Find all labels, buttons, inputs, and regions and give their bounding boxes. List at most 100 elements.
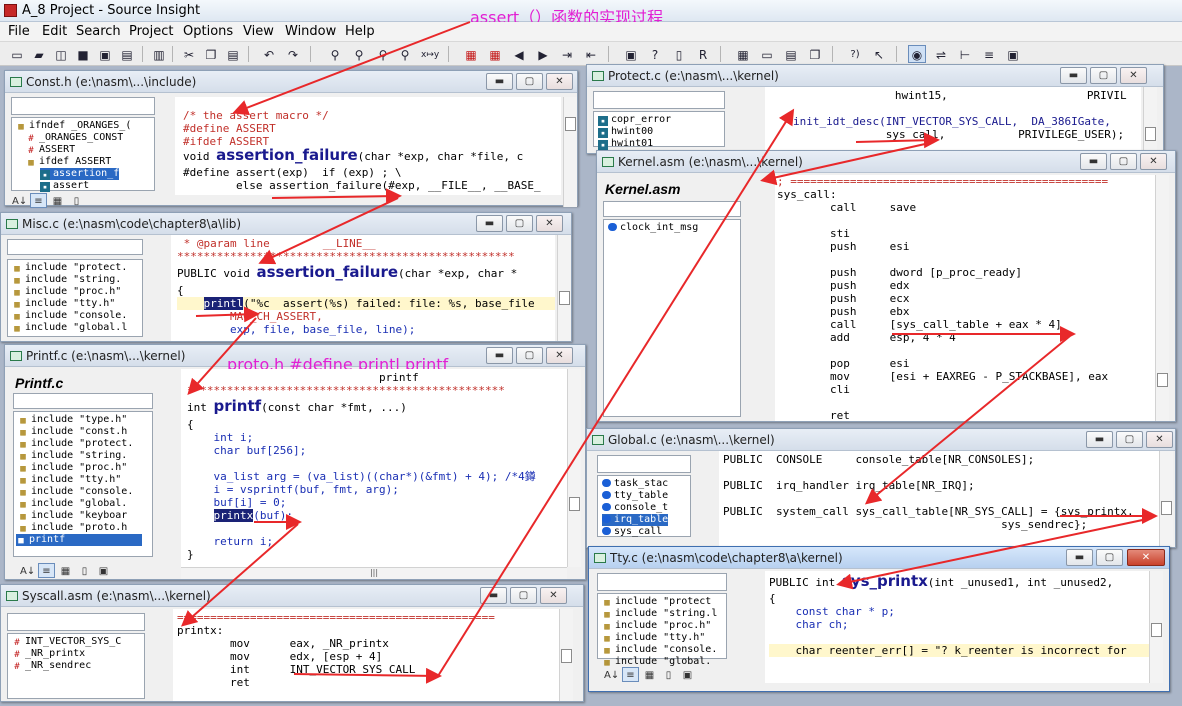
category-icon[interactable]: ▦ (57, 563, 74, 578)
close-button[interactable]: ✕ (540, 587, 567, 604)
maximize-button[interactable]: ▢ (1096, 549, 1123, 566)
paste-icon[interactable]: ▤ (224, 45, 242, 63)
tty-c-window[interactable]: Tty.c (e:\nasm\code\chapter8\a\kernel) ▬… (588, 546, 1170, 692)
code-editor[interactable]: ; ======================================… (775, 175, 1155, 421)
settings-icon[interactable]: ▣ (95, 563, 112, 578)
bookmark-icon[interactable]: ▦ (462, 45, 480, 63)
close-button[interactable]: ✕ (546, 347, 573, 364)
category-icon[interactable]: ▦ (49, 193, 66, 208)
list-item[interactable]: ▦ include "tty.h" (12, 298, 115, 310)
back-icon[interactable]: ◀ (510, 45, 528, 63)
list-item[interactable]: tty_table (602, 490, 668, 502)
list-item[interactable]: ▦ include "protect. (18, 438, 133, 450)
sort-az-icon[interactable]: A↓ (19, 563, 36, 578)
list-item[interactable]: ▦ include "global. (18, 498, 127, 510)
symbol-search-input[interactable] (11, 97, 155, 115)
menu-edit[interactable]: Edit (42, 24, 67, 39)
list-item[interactable]: ▦ include "proc.h" (602, 620, 711, 632)
list-item[interactable]: ▦ include "proc.h" (12, 286, 121, 298)
close-button[interactable]: ✕ (546, 73, 573, 90)
code-editor[interactable]: /* the assert macro */ #define ASSERT #i… (175, 97, 561, 195)
maximize-button[interactable]: ▢ (1090, 67, 1117, 84)
list-item[interactable]: sys_call (602, 526, 662, 538)
list-icon[interactable]: ≡ (30, 193, 47, 208)
context-help-icon[interactable]: ?) (846, 45, 864, 63)
global-c-window[interactable]: Global.c (e:\nasm\...\kernel) ▬ ▢ ✕ task… (586, 428, 1176, 548)
symbol-search-input[interactable] (13, 393, 153, 409)
list-item[interactable]: ▦ include "proc.h" (18, 462, 127, 474)
new-file-icon[interactable]: ▭ (8, 45, 26, 63)
list-item[interactable]: ▦ include "tty.h" (602, 632, 705, 644)
cut-icon[interactable]: ✂ (180, 45, 198, 63)
list-item[interactable]: ▦ include "tty.h" (18, 474, 121, 486)
list-item[interactable]: console_t (602, 502, 668, 514)
search-next-icon[interactable]: ⚲ (350, 45, 368, 63)
list-item[interactable]: # _NR_printx (12, 648, 85, 660)
close-button[interactable]: ✕ (1127, 549, 1165, 566)
symbol-search-input[interactable] (597, 455, 691, 473)
open-project-icon[interactable]: ▥ (150, 45, 168, 63)
code-editor[interactable]: PUBLIC int sys_printx(int _unused1, int … (765, 571, 1149, 683)
search-prev-icon[interactable]: ⚲ (374, 45, 392, 63)
maximize-button[interactable]: ▢ (1110, 153, 1137, 170)
minimize-button[interactable]: ▬ (486, 73, 513, 90)
minimize-button[interactable]: ▬ (480, 587, 507, 604)
horizontal-scrollbar[interactable]: ||| (181, 567, 567, 579)
list-item[interactable]: ▪ hwint01 (598, 138, 653, 150)
symbol-search-input[interactable] (7, 613, 145, 631)
vertical-scrollbar[interactable] (557, 235, 571, 341)
forward-icon[interactable]: ▶ (534, 45, 552, 63)
browse-icon[interactable]: ▯ (68, 193, 85, 208)
cascade-icon[interactable]: ❐ (806, 45, 824, 63)
menu-options[interactable]: Options (183, 24, 233, 39)
jump-icon[interactable]: ⇥ (558, 45, 576, 63)
list-item[interactable]: ▦ include "console. (602, 644, 717, 656)
maximize-button[interactable]: ▢ (506, 215, 533, 232)
minimize-button[interactable]: ▬ (1060, 67, 1087, 84)
symbol-search-input[interactable] (7, 239, 143, 255)
list-icon[interactable]: ≡ (38, 563, 55, 578)
list-item[interactable]: ▦ include "type.h" (18, 414, 127, 426)
list-item[interactable]: ▪ assert (40, 180, 89, 192)
list-item[interactable]: ▦ include "proto.h (18, 522, 127, 534)
list-item[interactable]: ▦ include "const.h (18, 426, 127, 438)
close-button[interactable]: ✕ (1140, 153, 1167, 170)
protect-c-window[interactable]: Protect.c (e:\nasm\...\kernel) ▬ ▢ ✕ ▪ co… (586, 64, 1164, 155)
list-item[interactable]: ▦ include "protect. (12, 262, 127, 274)
vertical-scrollbar[interactable] (1149, 571, 1163, 683)
sort-az-icon[interactable]: A↓ (603, 667, 620, 682)
list-item[interactable]: ▦ ifdef ASSERT (26, 156, 111, 168)
print-icon[interactable]: ▤ (118, 45, 136, 63)
list-item[interactable]: # _NR_sendrec (12, 660, 91, 672)
symbol-search-input[interactable] (593, 91, 725, 109)
kernel-asm-window[interactable]: Kernel.asm (e:\nasm\...\kernel) ▬ ▢ ✕ Ke… (596, 150, 1176, 422)
settings-icon[interactable]: ▣ (679, 667, 696, 682)
menu-view[interactable]: View (243, 24, 274, 39)
tile-vertical-icon[interactable]: ▤ (782, 45, 800, 63)
list-item-selected[interactable]: ▪ assertion_f (40, 168, 120, 180)
list-item[interactable]: ▦ include "string. (18, 450, 127, 462)
tile-icon[interactable]: ▦ (734, 45, 752, 63)
symbol-search-input[interactable] (597, 573, 727, 591)
menu-project[interactable]: Project (129, 24, 173, 39)
help-icon[interactable]: ? (646, 45, 664, 63)
minimize-button[interactable]: ▬ (486, 347, 513, 364)
search-binoculars-icon[interactable]: ⚲ (326, 45, 344, 63)
printf-c-window[interactable]: Printf.c (e:\nasm\...\kernel) ▬ ▢ ✕ Prin… (4, 344, 586, 580)
list-item[interactable]: clock_int_msg (608, 222, 698, 234)
code-editor[interactable]: PUBLIC CONSOLE console_table[NR_CONSOLES… (719, 451, 1159, 547)
menu-help[interactable]: Help (345, 24, 375, 39)
code-editor[interactable]: * @param line __LINE__ *****************… (171, 235, 555, 341)
misc-c-window[interactable]: Misc.c (e:\nasm\code\chapter8\a\lib) ▬ ▢… (0, 212, 572, 342)
project-window-icon[interactable]: ⊢ (956, 45, 974, 63)
list-item[interactable]: ▦ include "console. (12, 310, 127, 322)
vertical-scrollbar[interactable] (1155, 175, 1169, 421)
minimize-button[interactable]: ▬ (1080, 153, 1107, 170)
redo-icon[interactable]: ↷ (284, 45, 302, 63)
list-item[interactable]: ▦ ifndef _ORANGES_( (16, 120, 131, 132)
list-item-selected[interactable]: irq_table (602, 514, 669, 526)
list-item[interactable]: # ASSERT (26, 144, 75, 156)
list-item[interactable]: ▦ include "global.l (12, 322, 127, 334)
context-window-icon[interactable]: ◉ (908, 45, 926, 63)
pointer-help-icon[interactable]: ↖ (870, 45, 888, 63)
